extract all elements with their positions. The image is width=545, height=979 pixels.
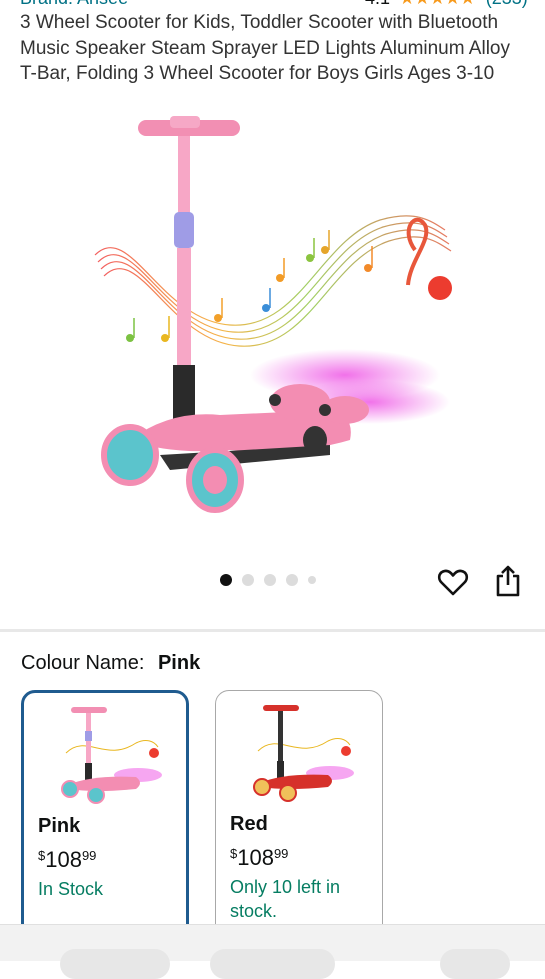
rating-count[interactable]: (233)	[486, 0, 528, 8]
colour-selector-header: Colour Name: Pink	[21, 652, 200, 675]
pagination-dot[interactable]	[286, 574, 298, 586]
pagination-dot[interactable]	[242, 574, 254, 586]
product-image[interactable]	[70, 110, 470, 550]
price-whole: 108	[45, 847, 82, 872]
price-cents: 99	[81, 848, 97, 863]
product-title: 3 Wheel Scooter for Kids, Toddler Scoote…	[20, 12, 510, 84]
share-icon[interactable]	[494, 564, 522, 598]
colour-label: Colour Name:	[21, 652, 145, 674]
colour-option-stock: Only 10 left in stock.	[230, 877, 341, 921]
toolbar-pill[interactable]	[60, 949, 170, 979]
colour-option-price: $10899	[38, 847, 96, 873]
colour-selected-value: Pink	[157, 652, 201, 674]
toolbar-pill[interactable]	[440, 949, 510, 979]
pagination-dot[interactable]	[264, 574, 276, 586]
price-cents: 99	[273, 846, 289, 861]
heart-icon[interactable]	[437, 566, 469, 598]
star-rating-icon: ★★★★★	[399, 0, 476, 8]
toolbar-pill[interactable]	[210, 949, 335, 979]
pink-scooter-thumbnail	[61, 707, 162, 804]
top-strip: Brand: Ansee 4.1 ★★★★★ (233)	[0, 0, 545, 10]
rating-summary[interactable]: 4.1 ★★★★★ (233)	[365, 0, 528, 9]
pagination-dot[interactable]	[308, 576, 316, 584]
section-divider	[0, 629, 545, 632]
colour-option-name: Red	[230, 813, 268, 835]
colour-option-pink[interactable]: Pink $10899 In Stock	[21, 690, 189, 950]
colour-option-stock: In Stock	[38, 879, 104, 899]
price-whole: 108	[237, 845, 274, 870]
brand-link[interactable]: Brand: Ansee	[20, 0, 128, 9]
image-pagination[interactable]	[220, 574, 316, 586]
rating-value: 4.1	[365, 0, 390, 8]
red-scooter-thumbnail	[253, 705, 354, 802]
colour-option-name: Pink	[38, 815, 81, 837]
bottom-toolbar	[0, 924, 545, 979]
colour-option-red[interactable]: Red $10899 Only 10 left in stock.	[215, 690, 383, 950]
colour-option-price: $10899	[230, 845, 288, 871]
pagination-dot[interactable]	[220, 574, 232, 586]
